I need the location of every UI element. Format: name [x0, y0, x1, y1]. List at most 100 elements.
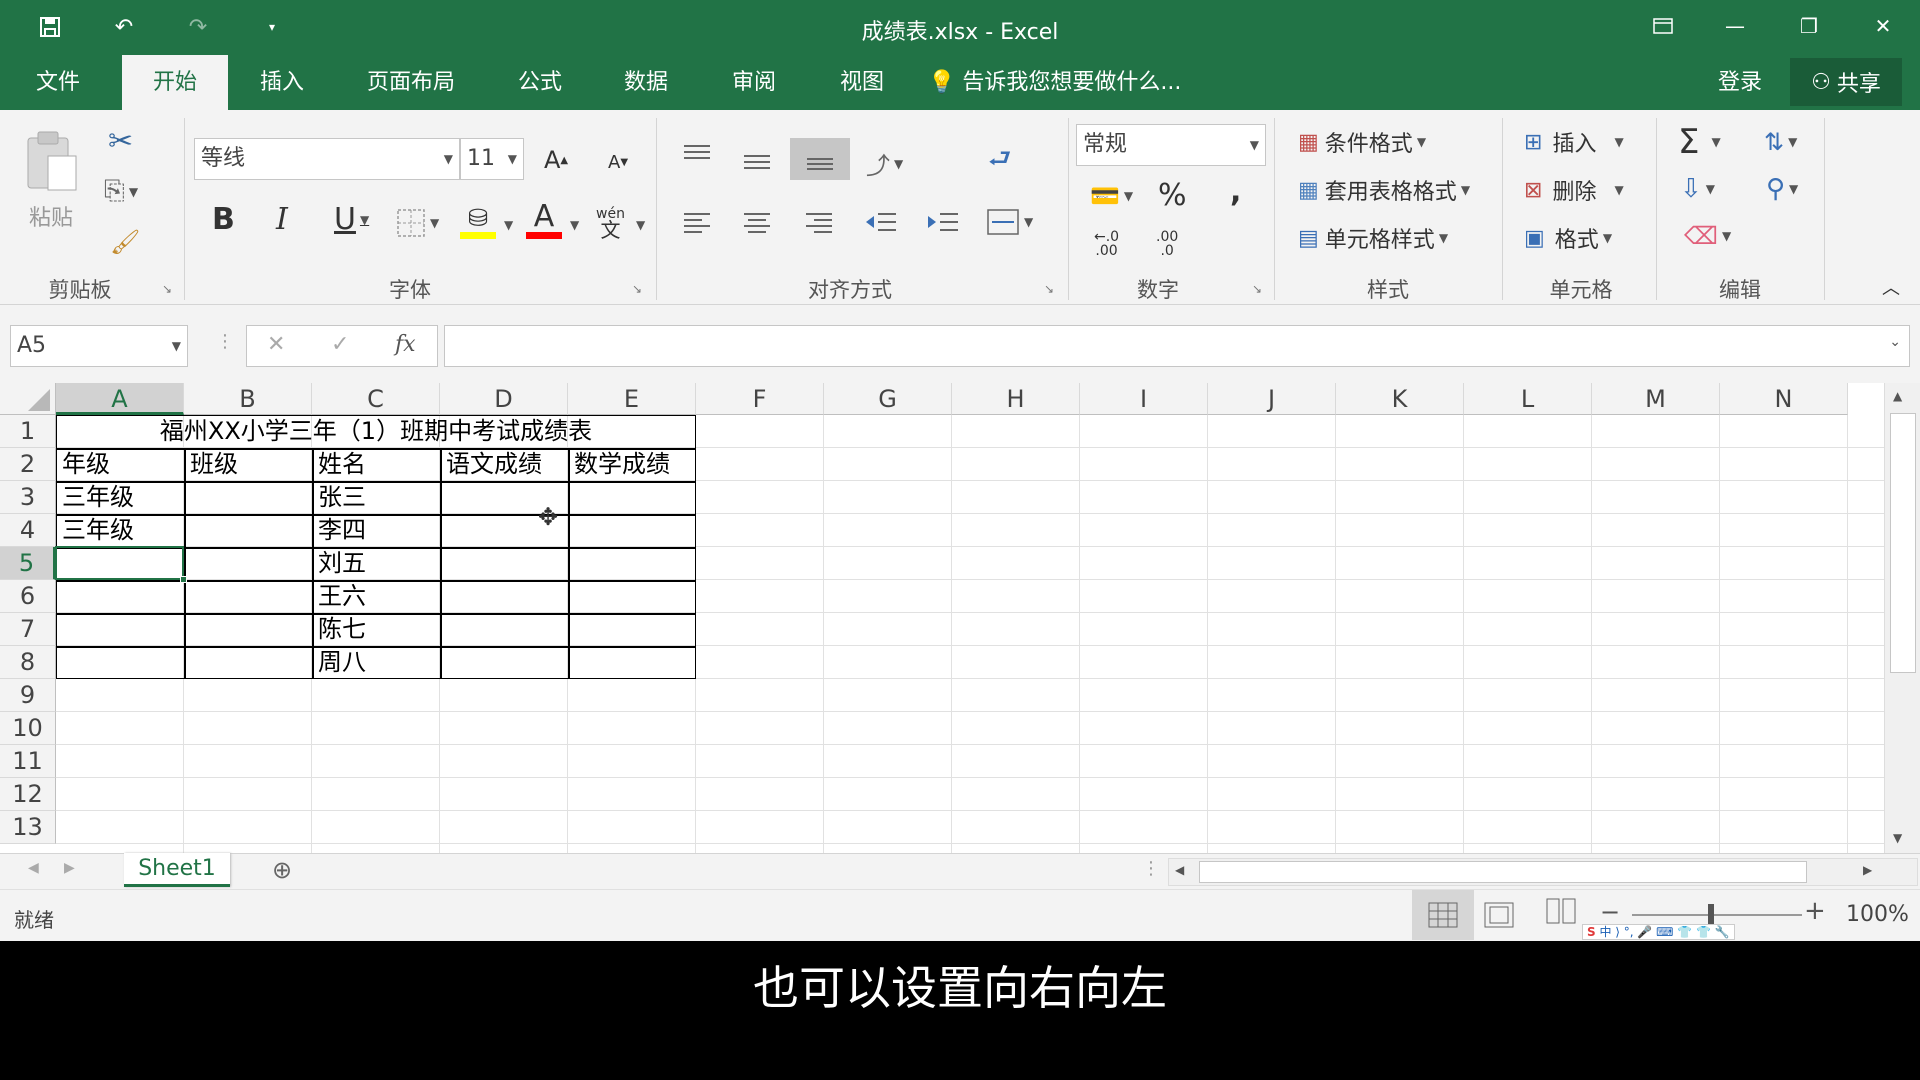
increase-decimal-button[interactable]: ←.0.00	[1094, 230, 1119, 258]
column-header-B[interactable]: B	[184, 383, 312, 415]
increase-indent-icon[interactable]	[926, 210, 960, 234]
bold-button[interactable]: B	[212, 202, 235, 237]
fill-handle[interactable]	[180, 576, 187, 583]
clear-eraser-icon[interactable]: ⌫ ▼	[1684, 222, 1731, 250]
chevron-down-icon[interactable]: ▼	[632, 218, 645, 232]
format-cells-button[interactable]: ▣ 格式 ▼	[1524, 222, 1612, 254]
scroll-left-icon[interactable]: ◀	[1175, 863, 1184, 877]
chevron-down-icon[interactable]: ▼	[500, 218, 513, 232]
column-header-K[interactable]: K	[1336, 383, 1464, 415]
row-header-8[interactable]: 8	[0, 646, 56, 679]
fill-color-button[interactable]: ⛁	[460, 204, 496, 239]
orientation-icon[interactable]: ⤴ ▼	[866, 146, 903, 181]
prev-sheet-icon[interactable]: ◀	[28, 860, 39, 876]
expand-formula-bar-icon[interactable]: ⌄	[1889, 334, 1901, 350]
row-header-6[interactable]: 6	[0, 580, 56, 613]
decrease-font-size-icon[interactable]: A ▼	[608, 152, 628, 173]
row-header-5[interactable]: 5	[0, 547, 56, 580]
conditional-formatting-button[interactable]: ▦ 条件格式 ▼	[1298, 126, 1426, 158]
minimize-icon[interactable]: —	[1710, 8, 1760, 44]
autosum-button[interactable]: Σ ▼	[1678, 122, 1721, 162]
tab-splitter-handle[interactable]: ⋮	[1142, 858, 1160, 879]
fill-down-icon[interactable]: ⇩ ▼	[1680, 174, 1715, 204]
ime-toolbar[interactable]: S 中 ⟩ °, 🎤 ⌨ 👕 👕 🔧	[1582, 924, 1735, 940]
zoom-slider-track[interactable]	[1632, 914, 1802, 916]
row-header-9[interactable]: 9	[0, 679, 56, 712]
tab-review[interactable]: 审阅	[710, 55, 798, 110]
tab-data[interactable]: 数据	[602, 55, 690, 110]
data-cell[interactable]: 刘五	[312, 547, 440, 580]
tab-home[interactable]: 开始	[122, 55, 228, 110]
decrease-decimal-button[interactable]: .00.0	[1156, 230, 1178, 258]
worksheet-grid[interactable]: ABCDEFGHIJKLMN 1 2 3 4 5 6 7 8 9 10 11 12 13 福州XX小学三…	[0, 383, 1920, 853]
row-header-12[interactable]: 12	[0, 778, 56, 811]
data-cell[interactable]: 张三	[312, 481, 440, 514]
title-cell[interactable]: 福州XX小学三年（1）班期中考试成绩表	[56, 415, 696, 448]
copy-icon[interactable]: ⎘ ▼	[104, 176, 138, 207]
share-button[interactable]: ⚇ 共享	[1790, 58, 1902, 106]
data-cell[interactable]: 李四	[312, 514, 440, 547]
tab-formulas[interactable]: 公式	[496, 55, 584, 110]
tab-insert[interactable]: 插入	[238, 55, 326, 110]
row-header-11[interactable]: 11	[0, 745, 56, 778]
column-header-M[interactable]: M	[1592, 383, 1720, 415]
scroll-up-icon[interactable]: ▲	[1893, 389, 1902, 403]
scroll-down-icon[interactable]: ▼	[1893, 831, 1902, 845]
row-header-3[interactable]: 3	[0, 481, 56, 514]
increase-font-size-icon[interactable]: A ▲	[544, 146, 568, 174]
row-header-13[interactable]: 13	[0, 811, 56, 844]
cut-icon[interactable]: ✂	[108, 124, 133, 159]
alignment-launcher-icon[interactable]: ↘	[1044, 282, 1054, 296]
insert-cells-button[interactable]: ⊞ 插入 ▼	[1524, 126, 1624, 158]
page-break-view-icon[interactable]	[1546, 898, 1576, 928]
insert-function-icon[interactable]: fx	[395, 332, 416, 357]
format-painter-icon[interactable]: 🖌	[110, 228, 140, 256]
header-cell[interactable]: 语文成绩	[440, 448, 568, 481]
zoom-in-button[interactable]: +	[1804, 896, 1826, 926]
number-format-combo[interactable]: 常规 ▼	[1076, 124, 1266, 166]
number-launcher-icon[interactable]: ↘	[1252, 282, 1262, 296]
name-box[interactable]: A5 ▼	[10, 325, 188, 367]
zoom-out-button[interactable]: −	[1600, 898, 1620, 926]
column-header-C[interactable]: C	[312, 383, 440, 415]
data-cell[interactable]: 三年级	[56, 481, 184, 514]
select-all-corner[interactable]	[0, 383, 56, 415]
scroll-right-icon[interactable]: ▶	[1863, 863, 1872, 877]
chevron-down-icon[interactable]: ▼	[566, 218, 579, 232]
column-header-E[interactable]: E	[568, 383, 696, 415]
formula-input[interactable]: ⌄	[444, 325, 1910, 367]
data-cell[interactable]: 王六	[312, 580, 440, 613]
close-icon[interactable]: ✕	[1858, 8, 1908, 44]
horizontal-scroll-thumb[interactable]	[1199, 861, 1807, 883]
font-size-combo[interactable]: 11 ▼	[460, 138, 524, 180]
cell-styles-button[interactable]: ▤ 单元格样式 ▼	[1298, 222, 1448, 254]
align-left-icon[interactable]	[682, 210, 712, 234]
splitter-handle[interactable]: ⋮	[216, 331, 234, 352]
decrease-indent-icon[interactable]	[864, 210, 898, 234]
comma-button[interactable]: ,	[1230, 174, 1241, 209]
header-cell[interactable]: 姓名	[312, 448, 440, 481]
align-middle-icon[interactable]	[742, 148, 772, 172]
wrap-text-icon[interactable]: ⮐	[988, 140, 1011, 184]
restore-icon[interactable]: ❐	[1784, 8, 1834, 44]
zoom-slider-thumb[interactable]	[1708, 904, 1714, 924]
format-as-table-button[interactable]: ▦ 套用表格格式 ▼	[1298, 174, 1470, 206]
normal-view-button[interactable]	[1412, 890, 1474, 940]
align-top-icon[interactable]	[682, 142, 712, 166]
column-header-H[interactable]: H	[952, 383, 1080, 415]
tab-file[interactable]: 文件	[12, 55, 104, 110]
active-cell-selection[interactable]	[55, 546, 184, 580]
currency-icon[interactable]: 💳 ▼	[1090, 182, 1133, 210]
column-header-G[interactable]: G	[824, 383, 952, 415]
enter-icon[interactable]: ✓	[331, 332, 349, 357]
column-header-A[interactable]: A	[56, 383, 184, 415]
ribbon-display-options-icon[interactable]	[1638, 8, 1688, 44]
header-cell[interactable]: 班级	[184, 448, 312, 481]
phonetic-button[interactable]: wén 文	[596, 206, 625, 240]
tab-view[interactable]: 视图	[818, 55, 906, 110]
column-header-I[interactable]: I	[1080, 383, 1208, 415]
column-header-D[interactable]: D	[440, 383, 568, 415]
login-link[interactable]: 登录	[1718, 55, 1762, 110]
row-header-4[interactable]: 4	[0, 514, 56, 547]
paste-button[interactable]: 粘贴	[22, 130, 80, 232]
